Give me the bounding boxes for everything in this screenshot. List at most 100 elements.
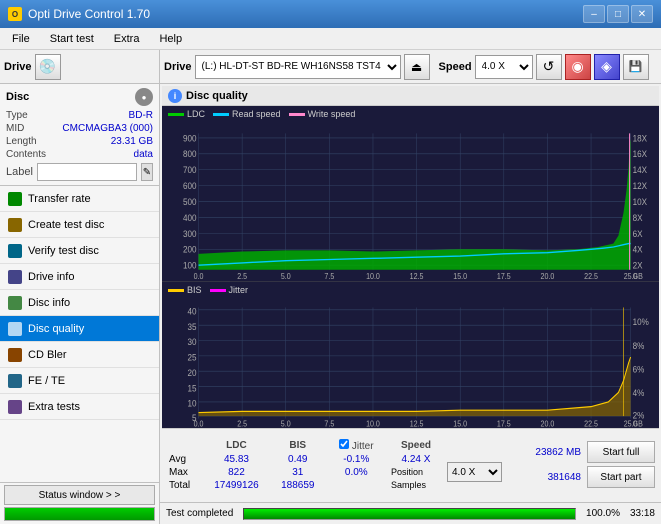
sidebar-item-transfer-rate[interactable]: Transfer rate: [0, 186, 159, 212]
status-window-button[interactable]: Status window > >: [4, 485, 155, 505]
sidebar-item-extra-tests[interactable]: Extra tests: [0, 394, 159, 420]
svg-text:12.5: 12.5: [410, 271, 424, 280]
progress-time: 33:18: [630, 508, 655, 519]
svg-text:15.0: 15.0: [453, 419, 467, 428]
sidebar-item-create-test-disc[interactable]: Create test disc: [0, 212, 159, 238]
mid-label: MID: [6, 123, 24, 134]
svg-text:800: 800: [183, 149, 197, 160]
max-jitter: 0.0%: [325, 466, 388, 479]
main-drive-toolbar: Drive (L:) HL-DT-ST BD-RE WH16NS58 TST4 …: [160, 50, 661, 84]
minimize-button[interactable]: –: [583, 5, 605, 23]
sidebar-item-cd-bler[interactable]: CD Bler: [0, 342, 159, 368]
label-input[interactable]: [37, 163, 137, 181]
maximize-button[interactable]: □: [607, 5, 629, 23]
svg-text:200: 200: [183, 244, 197, 255]
charts-area: LDC Read speed Write speed: [162, 106, 659, 428]
position-value: 23862 MB: [511, 447, 581, 458]
stats-panel: LDC BIS Jitter Speed Avg 45.83: [162, 428, 659, 500]
nav-label-fe-te: FE / TE: [28, 375, 65, 387]
drive-select[interactable]: (L:) HL-DT-ST BD-RE WH16NS58 TST4: [195, 55, 401, 79]
svg-text:0.0: 0.0: [194, 271, 204, 280]
app-title: Opti Drive Control 1.70: [28, 7, 150, 21]
settings-button2[interactable]: ◈: [594, 54, 620, 80]
create-test-disc-icon: [8, 218, 22, 232]
svg-text:8X: 8X: [633, 212, 643, 223]
bottom-chart: 40 35 30 25 20 15 10 5 10% 8% 6%: [162, 298, 659, 428]
mid-value: CMCMAGBA3 (000): [62, 123, 153, 134]
disc-info-icon: [8, 296, 22, 310]
nav-label-disc-info: Disc info: [28, 297, 70, 309]
svg-text:22.5: 22.5: [584, 271, 598, 280]
eject-button[interactable]: ⏏: [404, 54, 430, 80]
fe-te-icon: [8, 374, 22, 388]
sidebar-progress-fill: [5, 508, 154, 520]
svg-text:20: 20: [187, 367, 196, 378]
length-label: Length: [6, 136, 37, 147]
settings-button1[interactable]: ◉: [565, 54, 591, 80]
bottom-chart-container: BIS Jitter: [162, 282, 659, 428]
start-part-button[interactable]: Start part: [587, 466, 655, 488]
start-full-button[interactable]: Start full: [587, 441, 655, 463]
top-chart: 900 800 700 600 500 400 300 200 100 18X …: [162, 122, 659, 281]
svg-text:20.0: 20.0: [541, 419, 555, 428]
write-speed-color: [289, 113, 305, 116]
legend-bis: BIS: [168, 285, 202, 295]
jitter-label: Jitter: [352, 441, 374, 452]
nav-label-create-test-disc: Create test disc: [28, 219, 104, 231]
label-edit-button[interactable]: ✎: [141, 163, 153, 181]
close-button[interactable]: ✕: [631, 5, 653, 23]
menu-start-test[interactable]: Start test: [42, 31, 102, 47]
svg-text:5.0: 5.0: [281, 271, 291, 280]
svg-text:500: 500: [183, 197, 197, 208]
sidebar-item-fe-te[interactable]: FE / TE: [0, 368, 159, 394]
disc-title: Disc: [6, 91, 29, 103]
speed-label: Speed: [439, 61, 472, 73]
menu-extra[interactable]: Extra: [106, 31, 148, 47]
speed-select[interactable]: 4.0 X: [475, 55, 533, 79]
sidebar-item-disc-quality[interactable]: Disc quality: [0, 316, 159, 342]
svg-text:15.0: 15.0: [453, 271, 467, 280]
menu-file[interactable]: File: [4, 31, 38, 47]
svg-text:12.5: 12.5: [410, 419, 424, 428]
legend-jitter: Jitter: [210, 285, 249, 295]
status-message: Test completed: [166, 508, 233, 519]
legend-read-speed-label: Read speed: [232, 109, 281, 119]
right-panel: Drive (L:) HL-DT-ST BD-RE WH16NS58 TST4 …: [160, 50, 661, 524]
col-empty: [444, 438, 505, 453]
speed-max-select[interactable]: 4.0 X: [447, 462, 502, 482]
sidebar-progress-bar: [4, 507, 155, 521]
bottom-status-bar: Test completed 100.0% 33:18: [160, 502, 661, 524]
disc-quality-panel: i Disc quality LDC Read speed: [162, 86, 659, 500]
legend-ldc: LDC: [168, 109, 205, 119]
svg-text:7.5: 7.5: [324, 271, 334, 280]
legend-bis-label: BIS: [187, 285, 202, 295]
sidebar-item-disc-info[interactable]: Disc info: [0, 290, 159, 316]
svg-text:600: 600: [183, 181, 197, 192]
drive-icon-button[interactable]: 💿: [35, 54, 61, 80]
svg-text:40: 40: [187, 306, 196, 317]
menu-bar: File Start test Extra Help: [0, 28, 661, 50]
svg-text:100: 100: [183, 260, 197, 271]
avg-label: Avg: [166, 453, 202, 466]
svg-text:5.0: 5.0: [281, 419, 291, 428]
position-label: Position: [388, 466, 444, 479]
max-bis: 31: [271, 466, 325, 479]
svg-text:10.0: 10.0: [366, 419, 380, 428]
svg-text:700: 700: [183, 165, 197, 176]
svg-text:10X: 10X: [633, 197, 648, 208]
samples-value: 381648: [511, 472, 581, 483]
jitter-checkbox[interactable]: [339, 439, 349, 449]
top-chart-container: LDC Read speed Write speed: [162, 106, 659, 282]
svg-text:17.5: 17.5: [497, 271, 511, 280]
total-jitter: [325, 479, 388, 492]
refresh-button[interactable]: ↺: [536, 54, 562, 80]
jitter-color: [210, 289, 226, 292]
sidebar-item-drive-info[interactable]: Drive info: [0, 264, 159, 290]
menu-help[interactable]: Help: [151, 31, 190, 47]
save-button[interactable]: 💾: [623, 54, 649, 80]
cd-bler-icon: [8, 348, 22, 362]
nav-label-extra-tests: Extra tests: [28, 401, 80, 413]
svg-text:400: 400: [183, 212, 197, 223]
sidebar-item-verify-test-disc[interactable]: Verify test disc: [0, 238, 159, 264]
bottom-chart-svg: 40 35 30 25 20 15 10 5 10% 8% 6%: [162, 298, 659, 428]
